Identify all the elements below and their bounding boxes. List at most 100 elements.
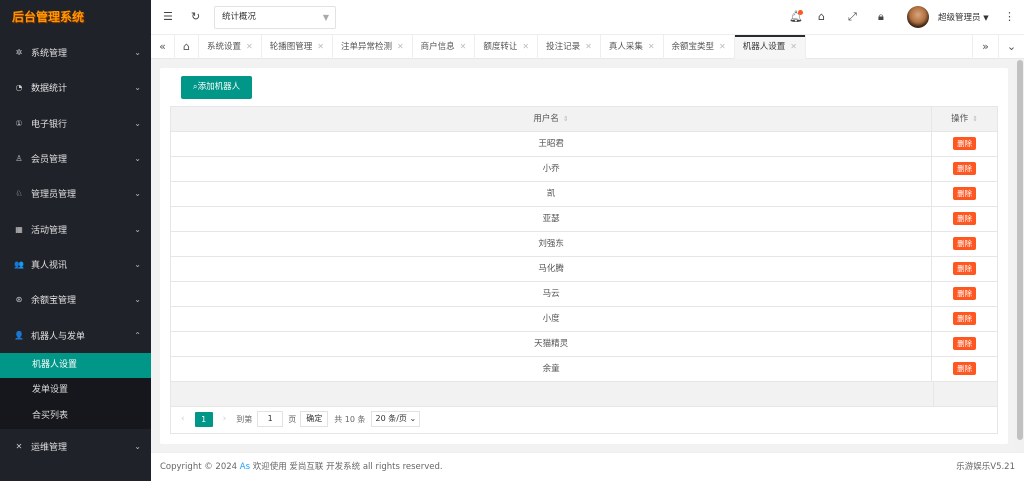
tab-label: 真人采集 bbox=[608, 42, 643, 52]
submenu-robots: 机器人设置 发单设置 合买列表 bbox=[0, 352, 151, 430]
sidebar-item-label: 电子银行 bbox=[31, 119, 68, 130]
scrollbar-thumb[interactable] bbox=[1017, 60, 1023, 440]
column-header-actions[interactable]: 操作 ⇕ bbox=[932, 107, 997, 131]
close-icon[interactable]: ✕ bbox=[522, 42, 529, 51]
sidebar-item-7[interactable]: ⊛ 余额宝管理 ⌄ bbox=[0, 282, 151, 317]
add-robot-button[interactable]: ⌕添加机器人 bbox=[181, 76, 252, 99]
sidebar-item-8[interactable]: 👤 机器人与发单 ⌃ bbox=[0, 317, 151, 353]
close-icon[interactable]: ✕ bbox=[585, 42, 592, 51]
chevron-up-icon: ⌃ bbox=[134, 330, 141, 340]
gift-icon: ▦ bbox=[15, 224, 23, 234]
delete-button[interactable]: 删除 bbox=[953, 262, 977, 275]
goto-confirm-button[interactable]: 确定 bbox=[300, 411, 329, 427]
close-icon[interactable]: ✕ bbox=[397, 42, 404, 51]
delete-button[interactable]: 删除 bbox=[953, 287, 977, 300]
delete-button[interactable]: 删除 bbox=[953, 337, 977, 350]
fullscreen-icon[interactable]: ⤢ bbox=[848, 10, 857, 24]
as-link[interactable]: As bbox=[240, 462, 250, 472]
sidebar-item-3[interactable]: ♙ 会员管理 ⌄ bbox=[0, 141, 151, 176]
sidebar-item-4[interactable]: ♘ 管理员管理 ⌄ bbox=[0, 176, 151, 211]
column-header-username[interactable]: 用户名 ⇕ bbox=[171, 107, 933, 131]
page-current[interactable]: 1 bbox=[194, 411, 213, 427]
user-menu[interactable]: 超级管理员 ▼ bbox=[938, 11, 989, 23]
tab-7[interactable]: 余额宝类型 ✕ bbox=[664, 35, 735, 59]
sidebar-item-6[interactable]: 👥 真人视讯 ⌄ bbox=[0, 247, 151, 282]
delete-button[interactable]: 删除 bbox=[953, 187, 977, 200]
tabs-menu-icon[interactable]: ⌄ bbox=[998, 35, 1024, 59]
avatar[interactable] bbox=[907, 6, 929, 28]
robot-icon: 👤 bbox=[14, 330, 24, 340]
sidebar-item-label: 会员管理 bbox=[31, 155, 68, 166]
page-unit-label: 页 bbox=[288, 414, 297, 424]
delete-button[interactable]: 删除 bbox=[953, 137, 977, 150]
submenu-item-2[interactable]: 合买列表 bbox=[0, 404, 151, 430]
tab-3[interactable]: 商户信息 ✕ bbox=[413, 35, 476, 59]
prev-page-icon[interactable]: ‹ bbox=[181, 414, 185, 424]
bank-icon: ① bbox=[15, 118, 23, 128]
submenu-item-0[interactable]: 机器人设置 bbox=[0, 352, 151, 379]
submenu-item-1[interactable]: 发单设置 bbox=[0, 378, 151, 404]
sort-icon[interactable]: ⇕ bbox=[972, 115, 978, 123]
sidebar-item-0[interactable]: ✲ 系统管理 ⌄ bbox=[0, 35, 151, 70]
more-icon[interactable]: ⋮ bbox=[1004, 10, 1015, 23]
delete-button[interactable]: 删除 bbox=[953, 362, 977, 375]
tab-4[interactable]: 额度转让 ✕ bbox=[475, 35, 539, 59]
username-cell: 小乔 bbox=[171, 157, 933, 181]
tab-1[interactable]: 轮播图管理 ✕ bbox=[262, 35, 333, 59]
sidebar-item-label: 活动管理 bbox=[31, 225, 68, 236]
delete-button[interactable]: 删除 bbox=[953, 162, 977, 175]
tab-6[interactable]: 真人采集 ✕ bbox=[601, 35, 664, 59]
page-scrollbar[interactable] bbox=[1015, 60, 1024, 452]
close-icon[interactable]: ✕ bbox=[790, 42, 797, 51]
tab-label: 轮播图管理 bbox=[269, 42, 313, 52]
close-icon[interactable]: ✕ bbox=[719, 42, 726, 51]
wallet-icon: ⊛ bbox=[15, 295, 23, 305]
gear-icon: ✲ bbox=[15, 48, 23, 58]
chevron-down-icon: ⌄ bbox=[134, 118, 141, 128]
tab-0[interactable]: 系统设置 ✕ bbox=[199, 35, 262, 59]
home-tab-icon[interactable]: ⌂ bbox=[175, 35, 199, 59]
actions-cell: 删除 bbox=[932, 157, 997, 181]
delete-button[interactable]: 删除 bbox=[953, 212, 977, 225]
close-icon[interactable]: ✕ bbox=[246, 42, 253, 51]
sidebar-item-label: 真人视讯 bbox=[31, 260, 68, 271]
sidebar-item-2[interactable]: ① 电子银行 ⌄ bbox=[0, 106, 151, 141]
tag-icon[interactable]: ⌂ bbox=[818, 10, 825, 23]
sidebar: 后台管理系统 ✲ 系统管理 ⌄ ◔ 数据统计 ⌄ ① 电子银行 ⌄ ♙ 会员管理 ⌄ ♘ 管理员管理 ⌄ ▦ 活… bbox=[0, 0, 151, 481]
sidebar-item-ops[interactable]: ✕ 运维管理 ⌄ bbox=[0, 429, 151, 464]
next-page-icon[interactable]: › bbox=[223, 414, 227, 424]
delete-button[interactable]: 删除 bbox=[953, 312, 977, 325]
pagination: ‹ 1 › 到第 1 页 确定 共 10 条 20 条/页 ⌄ bbox=[170, 405, 998, 434]
actions-cell: 删除 bbox=[932, 307, 997, 331]
tab-8[interactable]: 机器人设置 ✕ bbox=[734, 35, 806, 59]
goto-page-input[interactable]: 1 bbox=[257, 411, 284, 427]
page-select[interactable]: 统计概况 ▼ bbox=[214, 6, 336, 29]
username-cell: 天猫精灵 bbox=[171, 332, 933, 356]
page-select-value: 统计概况 bbox=[222, 12, 257, 22]
close-icon[interactable]: ✕ bbox=[460, 42, 467, 51]
lock-icon[interactable]: 🔒︎ bbox=[878, 10, 884, 24]
sidebar-item-1[interactable]: ◔ 数据统计 ⌄ bbox=[0, 70, 151, 105]
tab-label: 投注记录 bbox=[546, 42, 581, 52]
username-cell: 刘强东 bbox=[171, 232, 933, 256]
menu-toggle-icon[interactable]: ☰ bbox=[163, 10, 173, 23]
tab-2[interactable]: 注单异常检测 ✕ bbox=[333, 35, 413, 59]
sort-icon[interactable]: ⇕ bbox=[563, 115, 569, 123]
tab-label: 注单异常检测 bbox=[340, 42, 392, 52]
page-size-select[interactable]: 20 条/页 ⌄ bbox=[371, 411, 421, 427]
delete-button[interactable]: 删除 bbox=[953, 237, 977, 250]
tabs-scroll-left-icon[interactable]: « bbox=[151, 35, 175, 59]
page-size-value: 20 条/页 bbox=[375, 414, 407, 423]
tabs-scroll-right-icon[interactable]: » bbox=[972, 35, 998, 59]
tab-label: 机器人设置 bbox=[742, 42, 786, 52]
refresh-icon[interactable]: ↻ bbox=[191, 10, 200, 23]
close-icon[interactable]: ✕ bbox=[317, 42, 324, 51]
table-row: 刘强东 删除 bbox=[171, 232, 997, 257]
version-label: 乐游娱乐V5.21 bbox=[956, 462, 1015, 472]
sidebar-item-5[interactable]: ▦ 活动管理 ⌄ bbox=[0, 211, 151, 246]
tab-5[interactable]: 投注记录 ✕ bbox=[538, 35, 601, 59]
close-icon[interactable]: ✕ bbox=[648, 42, 655, 51]
sidebar-item-label: 系统管理 bbox=[31, 49, 68, 60]
actions-cell: 删除 bbox=[932, 257, 997, 281]
table-row: 马化腾 删除 bbox=[171, 257, 997, 282]
